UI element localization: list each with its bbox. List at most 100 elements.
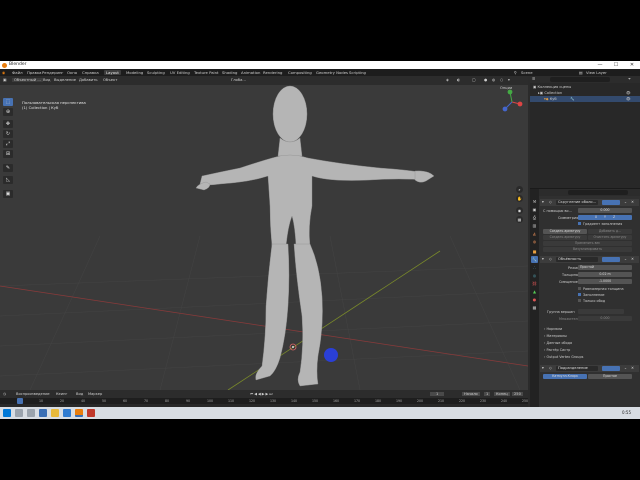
visibility-eye-icon[interactable]: 👁: [626, 96, 631, 102]
blender-taskbar-icon[interactable]: [75, 409, 83, 417]
camera-view-icon[interactable]: ◉: [516, 207, 523, 214]
create-armature-button[interactable]: Создать арматуру: [543, 229, 587, 234]
factor-field[interactable]: 0.000: [578, 316, 632, 321]
data-tab-icon[interactable]: ▲: [531, 288, 538, 295]
cursor-tool-icon[interactable]: ⊕: [3, 108, 13, 116]
offset-field[interactable]: -1.0000: [578, 279, 632, 284]
collapse-arrow-icon[interactable]: ▾: [542, 256, 544, 263]
modifier-menu-icon[interactable]: ⌄: [624, 365, 627, 372]
thickness-clamp-subpanel[interactable]: › Растёр Cистр: [544, 348, 570, 352]
edge-browser-icon[interactable]: [39, 409, 47, 417]
vertex-group-field[interactable]: [578, 309, 624, 314]
navigation-gizmo[interactable]: [498, 88, 526, 116]
shading-options-icon[interactable]: ▾: [508, 78, 510, 82]
blender-menu-icon[interactable]: ◉: [2, 70, 5, 75]
mode-dropdown[interactable]: Простой: [578, 265, 632, 270]
timeline-menu-marker[interactable]: Маркер: [88, 392, 102, 396]
viewport-menu-object[interactable]: Объект: [103, 78, 117, 82]
texture-tab-icon[interactable]: ▩: [531, 304, 538, 311]
only-rim-checkbox[interactable]: [578, 299, 581, 302]
solidify-name-field[interactable]: Объёмность: [556, 257, 598, 262]
subdivision-panel-header[interactable]: ▾ ◇ Подразделение ⌄ ✕: [540, 365, 639, 372]
menu-file[interactable]: Файл: [12, 70, 23, 75]
catmull-clark-button[interactable]: Катмулл-Кларк: [543, 374, 587, 379]
playback-controls[interactable]: ⏮◀◀▶▶⏭: [250, 392, 274, 396]
3d-viewport[interactable]: ▣ Объектный ... Вид Выделение Добавить О…: [0, 76, 528, 390]
modifier-name-field[interactable]: Скругление оболо...: [556, 200, 598, 205]
tab-scripting[interactable]: Scripting: [347, 70, 368, 75]
tab-modeling[interactable]: Modeling: [124, 70, 145, 75]
menu-render[interactable]: Рендеринг: [42, 70, 63, 75]
particles-tab-icon[interactable]: ∴: [531, 264, 538, 271]
recorder-app-icon[interactable]: [87, 409, 95, 417]
properties-search-input[interactable]: [568, 190, 628, 195]
solidify-toggle-buttons[interactable]: [602, 257, 620, 262]
subdivision-toggle-buttons[interactable]: [602, 366, 620, 371]
shading-rendered-icon[interactable]: ○: [500, 78, 503, 82]
constraints-tab-icon[interactable]: ⛓: [531, 280, 538, 287]
add-skin-data-button[interactable]: Добавить д...: [588, 229, 632, 234]
viewport-menu-select[interactable]: Выделение: [54, 78, 76, 82]
tab-animation[interactable]: Animation: [239, 70, 262, 75]
modifier-remove-icon[interactable]: ✕: [631, 199, 634, 206]
file-explorer-icon[interactable]: [51, 409, 59, 417]
view-layer-selector[interactable]: View Layer: [586, 70, 607, 75]
shading-material-icon[interactable]: ◍: [492, 78, 495, 82]
ortho-toggle-icon[interactable]: ▦: [516, 216, 523, 223]
scale-tool-icon[interactable]: ⤢: [3, 140, 13, 148]
scene-selector[interactable]: Scene: [521, 70, 533, 75]
properties-editor[interactable]: ▤ ⚒ ▣ ⎙ ▥ ◭ ◍ ■ 🔧 ∴ ◎ ⛓ ▲ ● ▩ ▾: [530, 189, 640, 419]
object-mode-dropdown[interactable]: Объектный ...: [12, 78, 43, 82]
timeline-menu-view[interactable]: Вид: [76, 392, 83, 396]
start-frame-field[interactable]: 1: [484, 392, 491, 396]
end-frame-field[interactable]: 250: [512, 392, 523, 396]
transform-tool-icon[interactable]: ⊞: [3, 150, 13, 158]
mark-loose-button[interactable]: Создать арматуру: [543, 235, 587, 240]
close-button[interactable]: ✕: [624, 61, 640, 69]
modifier-remove-icon[interactable]: ✕: [631, 365, 634, 372]
tab-shading[interactable]: Shading: [220, 70, 239, 75]
select-box-tool-icon[interactable]: ⬚: [3, 98, 13, 106]
overlay-toggle-icon[interactable]: ◐: [457, 78, 460, 82]
materials-subpanel[interactable]: › Материалы: [544, 334, 567, 338]
collapse-arrow-icon[interactable]: ▾: [542, 365, 544, 372]
tab-sculpting[interactable]: Sculpting: [145, 70, 167, 75]
start-button-icon[interactable]: [3, 409, 11, 417]
branch-smoothing-field[interactable]: 0.000: [578, 208, 632, 213]
mark-root-button[interactable]: Применить вес: [543, 241, 632, 246]
simple-subdivision-button[interactable]: Простое: [588, 374, 632, 379]
annotate-tool-icon[interactable]: ✎: [3, 164, 13, 172]
fill-rim-checkbox[interactable]: [578, 293, 581, 296]
task-view-icon[interactable]: [27, 409, 35, 417]
measure-tool-icon[interactable]: ◺: [3, 176, 13, 184]
playhead[interactable]: [17, 398, 23, 404]
rotate-tool-icon[interactable]: ↻: [3, 130, 13, 138]
subdivision-name-field[interactable]: Подразделение: [556, 366, 598, 371]
pan-hand-icon[interactable]: ✋: [516, 195, 523, 202]
menu-edit[interactable]: Правка: [27, 70, 41, 75]
modifier-toggle-buttons[interactable]: [602, 200, 620, 205]
add-cube-tool-icon[interactable]: ▣: [3, 190, 13, 198]
search-icon[interactable]: [15, 409, 23, 417]
tab-texture-paint[interactable]: Texture Paint: [192, 70, 221, 75]
filter-icon[interactable]: ⏷: [628, 77, 631, 81]
edge-data-subpanel[interactable]: › Данные обода: [544, 341, 572, 345]
tab-compositing[interactable]: Compositing: [286, 70, 314, 75]
current-frame-field[interactable]: 1: [430, 392, 445, 396]
modifier-menu-icon[interactable]: ⌄: [624, 256, 627, 263]
render-tab-icon[interactable]: ▣: [531, 206, 538, 213]
minimize-button[interactable]: —: [592, 61, 608, 69]
transform-orientation[interactable]: Глоба...: [231, 78, 246, 82]
menu-help[interactable]: Справка: [82, 70, 99, 75]
symmetry-axes-toggle[interactable]: X Y Z: [578, 215, 632, 220]
scene-tab-icon[interactable]: ◭: [531, 230, 538, 237]
modifier-menu-icon[interactable]: ⌄: [624, 199, 627, 206]
world-tab-icon[interactable]: ◍: [531, 238, 538, 245]
frame-ruler[interactable]: 0102040506070809010011012013014015016017…: [0, 398, 528, 404]
shading-solid-icon[interactable]: ●: [484, 78, 487, 82]
view-layer-tab-icon[interactable]: ▥: [531, 222, 538, 229]
zoom-icon[interactable]: ⌕: [516, 186, 523, 193]
gizmo-toggle-icon[interactable]: ◈: [446, 78, 449, 82]
modifier-tab-icon[interactable]: 🔧: [531, 256, 538, 263]
modifier-panel-header[interactable]: ▾ ◇ Скругление оболо... ⌄ ✕: [540, 199, 639, 206]
